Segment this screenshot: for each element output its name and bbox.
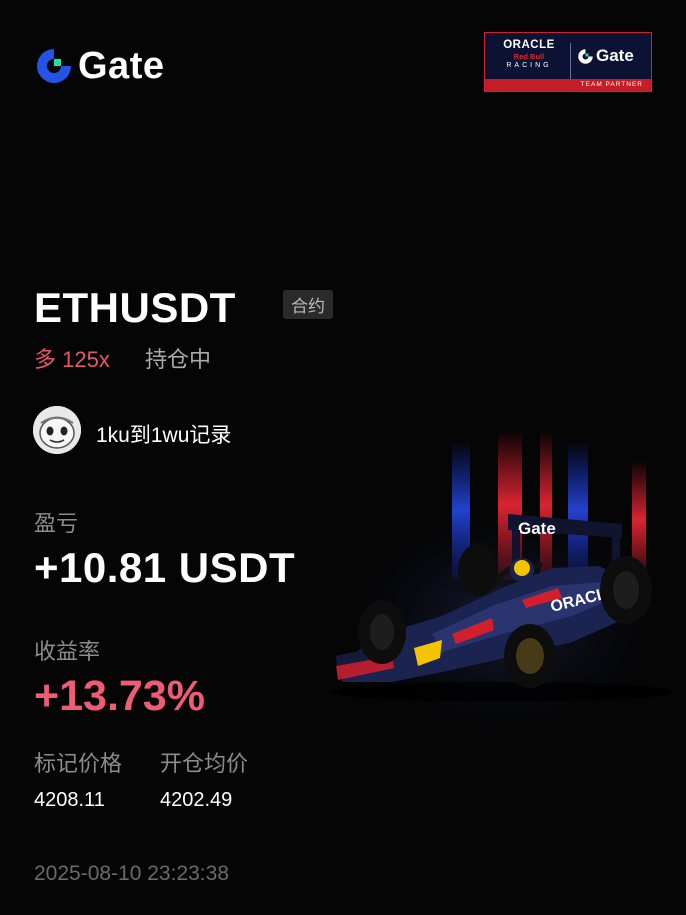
position-status: 持仓中 [145, 347, 212, 372]
pnl-value: +10.81 USDT [34, 544, 296, 591]
entry-price-label: 开仓均价 [160, 751, 249, 776]
gate-mini-text: Gate [596, 46, 634, 65]
race-car-image: Gate ORACLE [322, 430, 686, 730]
redbull-wordmark: Red Bull [513, 52, 545, 61]
mark-price-value: 4208.11 [34, 789, 105, 811]
badge-divider [570, 43, 571, 79]
avatar [33, 406, 81, 454]
trading-pair: ETHUSDT [34, 284, 236, 331]
f1-car-illustration: Gate ORACLE [322, 420, 686, 730]
gate-mini-logo: Gate [577, 46, 634, 66]
gate-logo: Gate [34, 46, 164, 86]
side-leverage: 多 125x [34, 347, 110, 372]
roi-value: +13.73% [34, 672, 205, 720]
username: 1ku到1wu记录 [96, 424, 232, 447]
racing-wordmark: RACING [506, 62, 552, 69]
entry-price-value: 4202.49 [160, 789, 233, 811]
oracle-wordmark: ORACLE [503, 39, 555, 51]
contract-type-tag: 合约 [283, 290, 333, 319]
roi-label: 收益率 [34, 639, 101, 664]
mark-price-label: 标记价格 [34, 751, 123, 776]
team-partner-badge: ORACLE Red Bull RACING Gate TEAM PARTNER [484, 32, 652, 92]
gate-logo-icon [37, 49, 71, 83]
timestamp: 2025-08-10 23:23:38 [34, 862, 229, 885]
cartoon-face-icon [33, 406, 81, 454]
team-partner-label: TEAM PARTNER [485, 79, 651, 91]
brand-name: Gate [78, 45, 165, 87]
pnl-label: 盈亏 [34, 511, 79, 536]
gate-mini-icon [578, 48, 593, 64]
wing-text: Gate [518, 519, 556, 538]
